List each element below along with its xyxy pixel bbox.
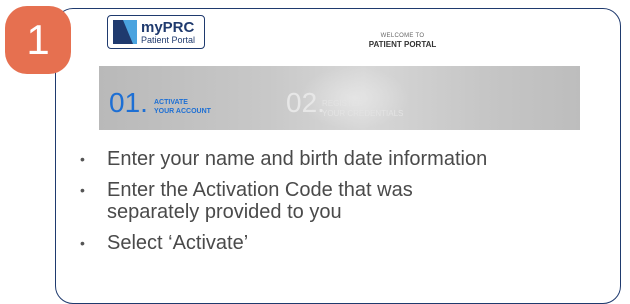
instruction-list: • Enter your name and birth date informa… xyxy=(80,148,507,263)
step2-number: 02. xyxy=(286,87,325,118)
bullet-icon: • xyxy=(80,151,85,167)
step2-label[interactable]: REGISTER YOUR CREDENTIALS xyxy=(322,99,403,118)
instruction-text: Enter the Activation Code that was separ… xyxy=(107,179,413,223)
step1-label-line2: YOUR ACCOUNT xyxy=(154,107,211,115)
list-item: • Enter the Activation Code that was sep… xyxy=(80,179,507,223)
step2-label-line2: YOUR CREDENTIALS xyxy=(322,108,404,118)
logo-subtitle: Patient Portal xyxy=(141,34,196,45)
step2-label-line1: REGISTER xyxy=(322,99,363,108)
instruction-text: Select ‘Activate’ xyxy=(107,232,249,254)
step1-label-line1: ACTIVATE xyxy=(154,99,188,106)
steps-banner: 01. ACTIVATE YOUR ACCOUNT 02. REGISTER Y… xyxy=(99,66,580,130)
list-item: • Select ‘Activate’ xyxy=(80,232,507,254)
bullet-icon: • xyxy=(80,182,85,198)
instruction-text: Enter your name and birth date informati… xyxy=(107,148,488,170)
myprc-logo-mark-icon xyxy=(113,20,137,44)
step1-label[interactable]: ACTIVATE YOUR ACCOUNT xyxy=(154,99,211,117)
portal-title: PATIENT PORTAL xyxy=(368,40,437,49)
step-number: 1 xyxy=(26,16,50,63)
list-item: • Enter your name and birth date informa… xyxy=(80,148,507,170)
logo-name: myPRC xyxy=(141,18,195,36)
welcome-line: WELCOME TO xyxy=(380,33,425,39)
myprc-logo: myPRC Patient Portal xyxy=(107,15,205,49)
welcome-heading: WELCOME TO PATIENT PORTAL xyxy=(340,33,465,49)
bullet-icon: • xyxy=(80,235,85,251)
step-number-badge: 1 xyxy=(5,6,71,74)
step1-number: 01. xyxy=(109,87,148,118)
